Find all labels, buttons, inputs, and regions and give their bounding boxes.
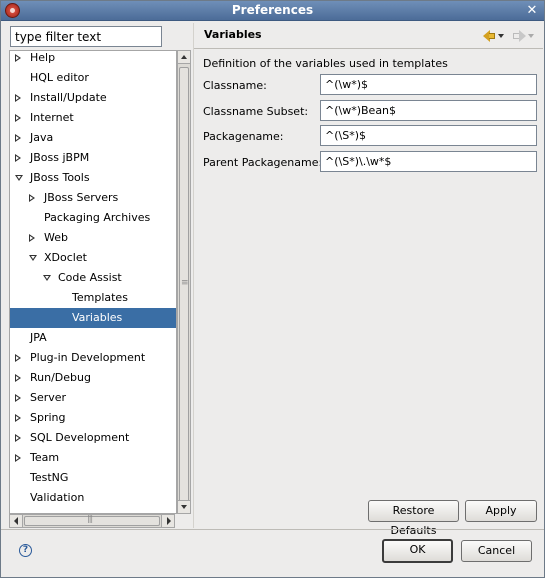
tree-item-label: JPA — [30, 331, 47, 344]
tree-item-label: Server — [30, 391, 67, 404]
tree-item-label: Install/Update — [30, 91, 107, 104]
classname-subset-field[interactable] — [320, 100, 537, 121]
tree-item[interactable]: Variables — [10, 308, 176, 328]
parent-packagename-label: Parent Packagename: — [203, 156, 323, 169]
classname-subset-label: Classname Subset: — [203, 105, 309, 118]
tree-item-label: Web — [44, 231, 68, 244]
collapsed-twisty-icon[interactable] — [15, 54, 21, 62]
tree-item-label: JBoss jBPM — [30, 151, 90, 164]
tree-vertical-scrollbar[interactable] — [177, 50, 191, 514]
collapsed-twisty-icon[interactable] — [15, 154, 21, 162]
cancel-button[interactable]: Cancel — [461, 540, 532, 562]
packagename-field[interactable] — [320, 125, 537, 146]
expanded-twisty-icon[interactable] — [15, 175, 23, 181]
page-header: Variables — [194, 23, 543, 49]
collapsed-twisty-icon[interactable] — [29, 234, 35, 242]
collapsed-twisty-icon[interactable] — [15, 394, 21, 402]
scroll-thumb-horizontal[interactable] — [24, 514, 160, 526]
help-icon[interactable]: ? — [19, 544, 32, 557]
scroll-right-icon[interactable] — [161, 515, 174, 527]
collapsed-twisty-icon[interactable] — [15, 434, 21, 442]
collapsed-twisty-icon[interactable] — [15, 414, 21, 422]
tree-item-label: Run/Debug — [30, 371, 91, 384]
scroll-left-icon[interactable] — [10, 515, 23, 527]
tree-horizontal-scrollbar[interactable] — [9, 514, 175, 528]
classname-field[interactable] — [320, 74, 537, 95]
expanded-twisty-icon[interactable] — [29, 255, 37, 261]
tree-item-label: Help — [30, 51, 56, 64]
tree-item-label: Java — [30, 131, 54, 144]
preference-tree[interactable]: Help HQL editor Install/Update Internet Java… — [9, 50, 177, 514]
tree-item-label: Packaging Archives — [44, 211, 151, 224]
bottom-divider — [1, 529, 544, 530]
collapsed-twisty-icon[interactable] — [15, 114, 21, 122]
collapsed-twisty-icon[interactable] — [15, 374, 21, 382]
close-icon[interactable]: ✕ — [524, 3, 540, 19]
tree-item-label: Internet — [30, 111, 74, 124]
scroll-thumb[interactable] — [179, 67, 189, 507]
window-title: Preferences — [231, 3, 314, 17]
tree-item-label: Spring — [30, 411, 66, 424]
tree-item-label: HQL editor — [30, 71, 89, 84]
tree-item-label: XDoclet — [44, 251, 87, 264]
tree-item-label: Team — [30, 451, 60, 464]
ok-button[interactable]: OK — [382, 539, 453, 563]
restore-defaults-button[interactable]: Restore Defaults — [368, 500, 459, 537]
tree-item-label: JBoss Servers — [44, 191, 119, 204]
scroll-down-icon[interactable] — [178, 500, 190, 513]
tree-item-label: Validation — [30, 491, 85, 504]
title-bar[interactable]: Preferences ✕ — [1, 1, 544, 21]
header-divider — [194, 48, 543, 49]
tree-item-label: SQL Development — [30, 431, 130, 444]
collapsed-twisty-icon[interactable] — [15, 454, 21, 462]
classname-label: Classname: — [203, 79, 267, 92]
forward-arrow-icon[interactable] — [512, 29, 534, 43]
page-description: Definition of the variables used in temp… — [203, 57, 448, 70]
parent-packagename-field[interactable] — [320, 151, 537, 172]
tree-item-label: Code Assist — [58, 271, 122, 284]
tree-item-label: Templates — [72, 291, 128, 304]
scroll-up-icon[interactable] — [178, 51, 190, 64]
packagename-label: Packagename: — [203, 130, 284, 143]
page-title: Variables — [204, 28, 262, 41]
apply-button[interactable]: Apply — [465, 500, 537, 522]
preferences-dialog: Preferences ✕ Help HQL editor Install/Upda… — [0, 0, 545, 578]
filter-input[interactable] — [10, 26, 162, 47]
tree-item-label: Plug-in Development — [30, 351, 146, 364]
tree-item-label: JBoss Tools — [30, 171, 90, 184]
back-arrow-icon[interactable] — [483, 29, 505, 43]
tree-item-label: TestNG — [30, 471, 69, 484]
panel-divider[interactable] — [193, 23, 194, 528]
collapsed-twisty-icon[interactable] — [15, 134, 21, 142]
collapsed-twisty-icon[interactable] — [29, 194, 35, 202]
tree-item-label: Variables — [72, 311, 123, 324]
collapsed-twisty-icon[interactable] — [15, 94, 21, 102]
expanded-twisty-icon[interactable] — [43, 275, 51, 281]
collapsed-twisty-icon[interactable] — [15, 354, 21, 362]
